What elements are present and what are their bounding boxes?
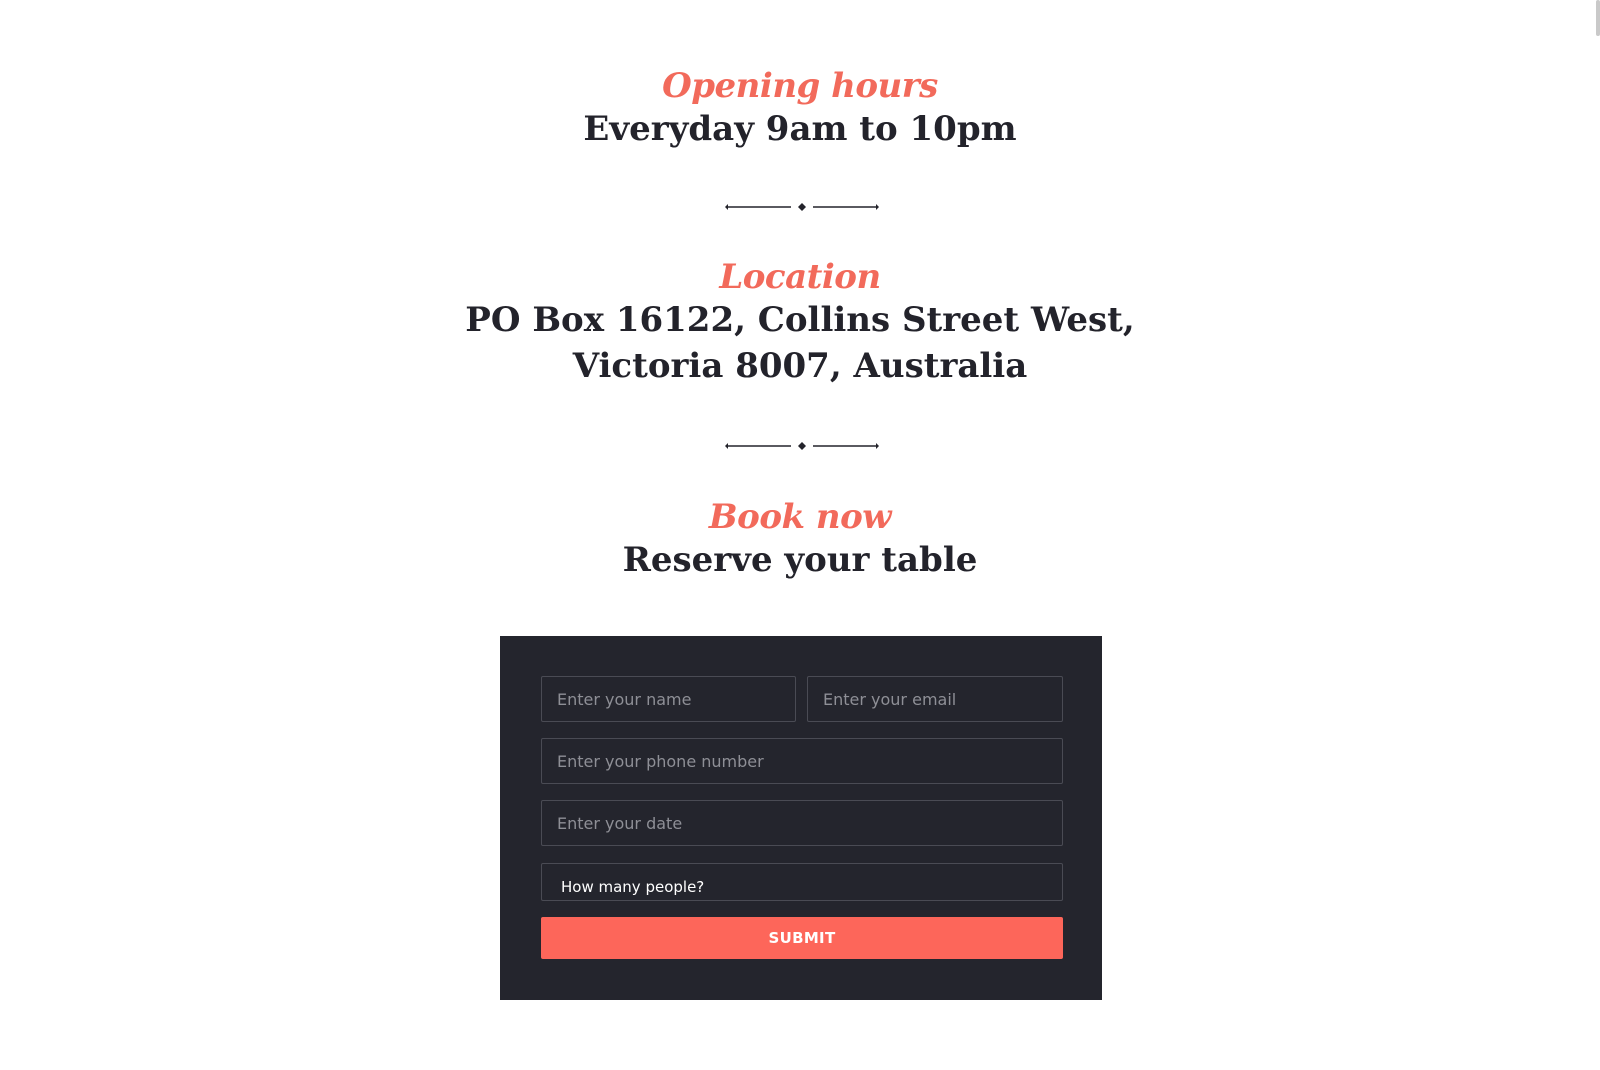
date-input[interactable] xyxy=(541,800,1063,846)
location-label: Location xyxy=(719,257,881,297)
reserve-title: Reserve your table xyxy=(622,540,978,580)
page-scrollbar[interactable] xyxy=(1596,0,1600,36)
opening-hours-value: Everyday 9am to 10pm xyxy=(583,109,1017,149)
address-line-1: PO Box 16122, Collins Street West, xyxy=(465,300,1135,340)
opening-hours-section: Opening hours Everyday 9am to 10pm xyxy=(0,66,1600,152)
location-section: Location PO Box 16122, Collins Street We… xyxy=(0,257,1600,389)
divider-ornament xyxy=(725,442,879,450)
opening-hours-label: Opening hours xyxy=(662,66,938,106)
people-select-label: How many people? xyxy=(561,878,705,896)
reservation-form: How many people? SUBMIT xyxy=(500,636,1102,1000)
people-select[interactable]: How many people? xyxy=(541,863,1063,901)
phone-input[interactable] xyxy=(541,738,1063,784)
name-input[interactable] xyxy=(541,676,796,722)
address-line-2: Victoria 8007, Australia xyxy=(572,346,1028,386)
submit-button[interactable]: SUBMIT xyxy=(541,917,1063,959)
booking-section: Book now Reserve your table xyxy=(0,497,1600,583)
divider-ornament xyxy=(725,203,879,211)
book-now-label: Book now xyxy=(708,497,892,537)
email-input[interactable] xyxy=(807,676,1063,722)
